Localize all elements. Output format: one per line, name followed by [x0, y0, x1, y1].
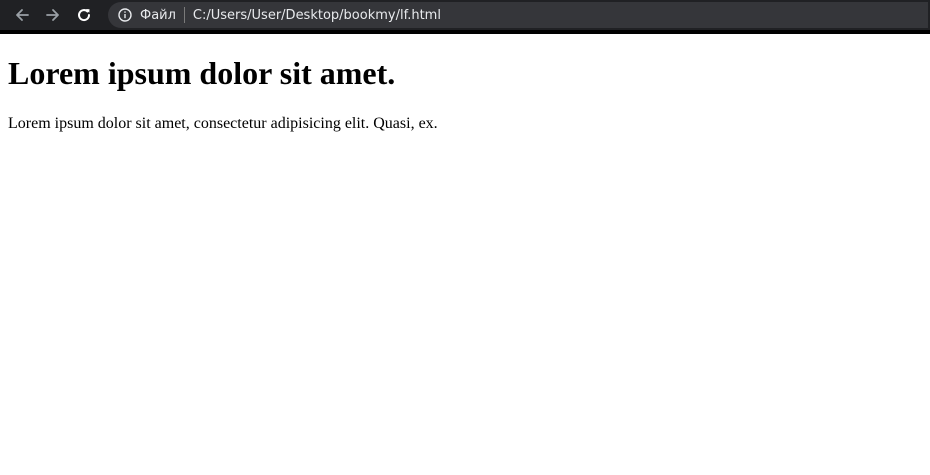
info-icon[interactable]: [117, 7, 133, 23]
reload-icon: [78, 9, 91, 22]
page-content: Lorem ipsum dolor sit amet. Lorem ipsum …: [0, 34, 930, 475]
page-heading: Lorem ipsum dolor sit amet.: [8, 55, 396, 91]
address-bar[interactable]: Файл C:/Users/User/Desktop/bookmy/lf.htm…: [108, 2, 928, 28]
forward-button[interactable]: [42, 4, 64, 26]
page-paragraph: Lorem ipsum dolor sit amet, consectetur …: [8, 115, 438, 132]
back-button[interactable]: [11, 4, 33, 26]
arrow-left-icon: [16, 9, 29, 21]
arrow-right-icon: [46, 9, 59, 21]
url-text[interactable]: C:/Users/User/Desktop/bookmy/lf.html: [193, 8, 441, 23]
address-divider: [183, 7, 185, 23]
reload-button[interactable]: [73, 4, 95, 26]
scheme-label[interactable]: Файл: [140, 8, 176, 23]
browser-toolbar: Файл C:/Users/User/Desktop/bookmy/lf.htm…: [0, 0, 930, 34]
